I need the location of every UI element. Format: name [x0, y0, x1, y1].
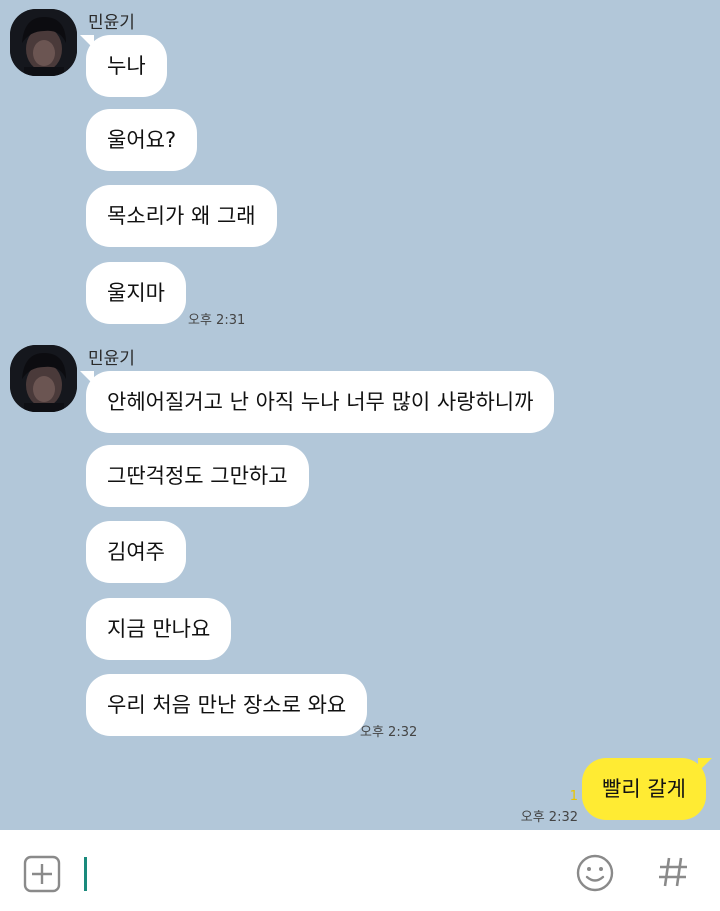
message-input-bar — [0, 830, 720, 911]
message-timestamp: 오후 2:32 — [360, 725, 418, 740]
message-bubble[interactable]: 울어요? — [86, 109, 198, 171]
hashtag-icon[interactable] — [653, 852, 693, 892]
plus-icon[interactable] — [23, 855, 61, 893]
message-bubble[interactable]: 안헤어질거고 난 아직 누나 너무 많이 사랑하니까 — [79, 371, 555, 433]
message-bubble[interactable]: 누나 — [80, 35, 167, 97]
message-timestamp: 오후 2:32 — [520, 810, 578, 825]
message-bubble[interactable]: 우리 처음 만난 장소로 와요 — [86, 674, 368, 736]
message-timestamp: 오후 2:31 — [188, 313, 246, 328]
message-bubble[interactable]: 지금 만나요 — [86, 598, 232, 660]
text-cursor — [84, 857, 87, 891]
emoticon-icon[interactable] — [575, 853, 615, 893]
my-message-bubble[interactable]: 빨리 갈게 — [582, 758, 712, 820]
avatar[interactable] — [10, 9, 77, 76]
avatar[interactable] — [10, 345, 77, 412]
unread-count: 1 — [569, 789, 578, 804]
message-bubble[interactable]: 울지마 — [86, 262, 186, 324]
message-bubble[interactable]: 김여주 — [86, 521, 186, 583]
chat-area[interactable]: 민윤기 누나 울어요? 목소리가 왜 그래 울지마 오후 2:31 민윤기 안헤… — [0, 0, 720, 830]
message-input[interactable] — [92, 850, 552, 894]
message-bubble[interactable]: 그딴걱정도 그만하고 — [86, 445, 309, 507]
sender-name: 민윤기 — [88, 349, 135, 369]
sender-name: 민윤기 — [88, 13, 135, 33]
message-bubble[interactable]: 목소리가 왜 그래 — [86, 185, 277, 247]
